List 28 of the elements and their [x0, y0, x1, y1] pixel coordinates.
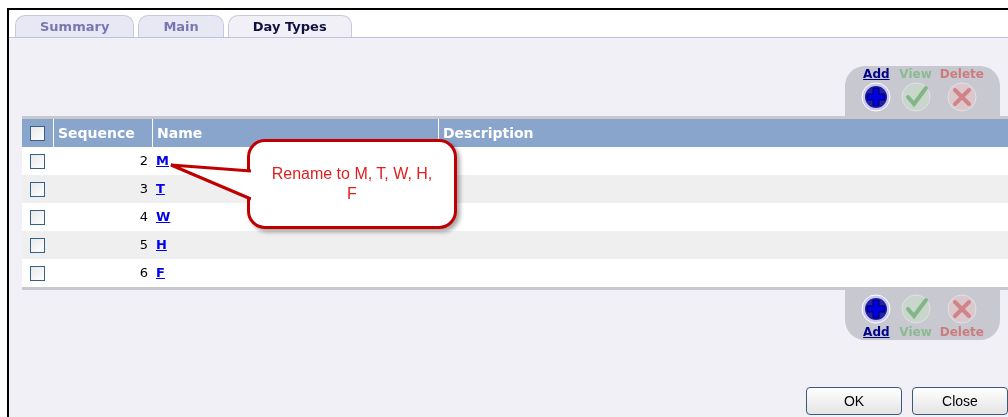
checkmark-icon — [900, 294, 931, 324]
close-icon — [946, 294, 977, 324]
checkbox[interactable] — [30, 209, 45, 225]
table-cell-text: 3 — [138, 180, 149, 199]
name-link[interactable]: F — [152, 263, 165, 283]
plus-icon — [861, 294, 892, 324]
checkbox[interactable] — [30, 181, 45, 197]
checkbox[interactable] — [30, 153, 45, 169]
add-button[interactable]: Add — [861, 294, 892, 340]
table-cell-text: 2 — [138, 152, 149, 171]
dialog-button[interactable]: Close — [912, 387, 1008, 415]
callout-text: Rename to M, T, W, H, F — [270, 164, 434, 204]
table-cell-text: 5 — [138, 236, 149, 255]
checkbox[interactable] — [30, 265, 45, 281]
checkbox[interactable] — [30, 125, 45, 141]
add-button[interactable]: Add — [861, 66, 892, 112]
checkbox[interactable] — [30, 237, 45, 253]
table-cell-text: 4 — [138, 208, 149, 227]
name-link[interactable]: W — [152, 207, 171, 227]
name-link[interactable]: M — [152, 151, 169, 171]
name-link[interactable]: T — [152, 179, 165, 199]
close-icon — [946, 82, 977, 112]
name-link[interactable]: H — [152, 235, 167, 255]
tab[interactable]: Day Types — [227, 15, 352, 37]
checkmark-icon — [900, 82, 931, 112]
dialog-button[interactable]: OK — [806, 387, 902, 415]
table-cell-text: 6 — [138, 264, 149, 283]
plus-icon — [861, 82, 892, 112]
